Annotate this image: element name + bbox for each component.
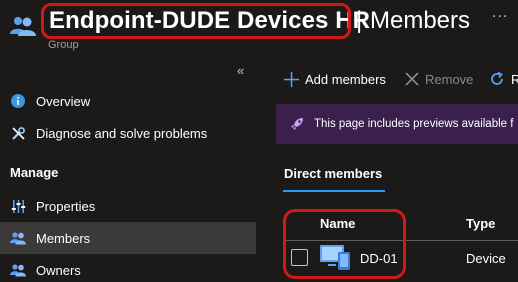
page-title: Members bbox=[370, 7, 471, 34]
sidebar-item-overview[interactable]: Overview bbox=[0, 85, 256, 117]
tab-direct-members[interactable]: Direct members bbox=[284, 166, 382, 181]
sidebar-item-properties[interactable]: Properties bbox=[0, 190, 256, 222]
remove-button[interactable]: Remove bbox=[405, 68, 473, 90]
sidebar-item-label: Owners bbox=[36, 262, 81, 278]
people-icon bbox=[10, 262, 26, 278]
plus-icon bbox=[284, 71, 299, 87]
info-icon bbox=[10, 93, 26, 109]
sidebar-item-owners[interactable]: Owners bbox=[0, 254, 256, 282]
sidebar-item-label: Diagnose and solve problems bbox=[36, 125, 208, 141]
name-column-highlight bbox=[283, 209, 406, 279]
refresh-button[interactable]: R bbox=[489, 68, 518, 90]
add-members-button[interactable]: Add members bbox=[284, 68, 386, 90]
sidebar-item-diagnose[interactable]: Diagnose and solve problems bbox=[0, 117, 256, 149]
sidebar-item-label: Members bbox=[36, 230, 91, 246]
add-members-label: Add members bbox=[305, 71, 386, 87]
remove-label: Remove bbox=[425, 71, 474, 87]
sidebar-item-label: Properties bbox=[36, 198, 96, 214]
collapse-sidebar-button[interactable]: « bbox=[237, 63, 244, 78]
wrench-icon bbox=[10, 125, 26, 141]
active-tab-indicator bbox=[283, 190, 385, 192]
refresh-label: R bbox=[511, 71, 518, 87]
preview-banner-text: This page includes previews available f bbox=[314, 118, 514, 130]
sidebar-item-label: Overview bbox=[36, 93, 91, 109]
page-subtitle: Group bbox=[48, 39, 79, 51]
refresh-icon bbox=[491, 71, 503, 85]
members-page: Endpoint-DUDE Devices HR | Members ... G… bbox=[0, 0, 518, 282]
group-icon bbox=[10, 17, 36, 36]
manage-section-heading: Manage bbox=[10, 165, 59, 180]
title-separator: | bbox=[356, 7, 363, 34]
preview-banner: This page includes previews available f bbox=[276, 104, 518, 144]
group-name-highlight bbox=[41, 3, 351, 39]
close-icon bbox=[405, 72, 419, 86]
rocket-icon bbox=[291, 118, 303, 130]
more-options-button[interactable]: ... bbox=[492, 4, 508, 22]
member-type-cell: Device bbox=[466, 251, 506, 266]
people-icon bbox=[10, 230, 26, 246]
sliders-icon bbox=[10, 198, 26, 214]
column-header-type[interactable]: Type bbox=[466, 216, 495, 231]
sidebar-item-members[interactable]: Members bbox=[0, 222, 256, 254]
